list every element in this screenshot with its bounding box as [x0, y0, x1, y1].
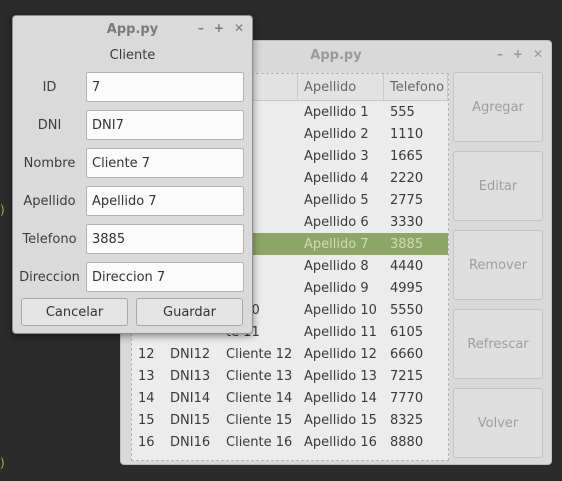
cell-telefono: 6105 — [390, 324, 424, 340]
cell-telefono: 4995 — [390, 280, 424, 296]
telefono-label: Telefono — [22, 231, 77, 247]
minimize-icon[interactable]: – — [198, 21, 204, 35]
list-item[interactable]: 14 DNI14 Cliente 14 Apellido 14 7770 — [132, 387, 448, 409]
direccion-label: Direccion — [19, 269, 80, 285]
nombre-label: Nombre — [23, 155, 76, 171]
cell-telefono: 4440 — [390, 258, 424, 274]
form-row-direccion: Direccion — [13, 258, 252, 296]
cell-apellido: Apellido 2 — [304, 126, 369, 142]
cell-telefono: 1110 — [390, 126, 424, 142]
cell-apellido: Apellido 6 — [304, 214, 369, 230]
volver-button[interactable]: Volver — [453, 388, 543, 458]
maximize-icon[interactable]: + — [214, 21, 224, 35]
form-row-telefono: Telefono — [13, 220, 252, 258]
cell-apellido: Apellido 4 — [304, 170, 369, 186]
cell-telefono: 6660 — [390, 346, 424, 362]
cell-id: 13 — [138, 368, 155, 384]
cell-apellido: Apellido 12 — [304, 346, 377, 362]
cell-apellido: Apellido 14 — [304, 390, 377, 406]
close-icon[interactable]: ✕ — [234, 21, 244, 35]
cell-apellido: Apellido 5 — [304, 192, 369, 208]
cell-dni: DNI14 — [170, 390, 211, 406]
cell-apellido: Apellido 13 — [304, 368, 377, 384]
dni-label: DNI — [37, 117, 62, 133]
list-item[interactable]: 13 DNI13 Cliente 13 Apellido 13 7215 — [132, 365, 448, 387]
cell-telefono: 2220 — [390, 170, 424, 186]
cell-apellido: Apellido 1 — [304, 104, 369, 120]
cell-telefono: 7770 — [390, 390, 424, 406]
cell-apellido: Apellido 3 — [304, 148, 369, 164]
editor-paren-mark: ) — [0, 456, 5, 470]
remover-button[interactable]: Remover — [453, 230, 543, 300]
cell-telefono: 555 — [390, 104, 415, 120]
direccion-field[interactable] — [86, 262, 244, 292]
cell-apellido: Apellido 7 — [304, 236, 369, 252]
cell-apellido: Apellido 9 — [304, 280, 369, 296]
cell-id: 12 — [138, 346, 155, 362]
cell-dni: DNI13 — [170, 368, 211, 384]
cell-id: 16 — [138, 434, 155, 450]
cell-telefono: 8880 — [390, 434, 424, 450]
cell-apellido: Apellido 11 — [304, 324, 377, 340]
cell-telefono: 1665 — [390, 148, 424, 164]
cell-dni: DNI16 — [170, 434, 211, 450]
nombre-field[interactable] — [86, 148, 244, 178]
cancelar-button[interactable]: Cancelar — [21, 298, 128, 326]
telefono-field[interactable] — [86, 224, 244, 254]
cell-telefono: 7215 — [390, 368, 424, 384]
apellido-label: Apellido — [23, 193, 76, 209]
dialog-buttons: Cancelar Guardar — [21, 298, 243, 326]
action-buttons: Agregar Editar Remover Refrescar Volver — [453, 72, 545, 467]
form-row-dni: DNI — [13, 106, 252, 144]
cell-apellido: Apellido 8 — [304, 258, 369, 274]
guardar-button[interactable]: Guardar — [136, 298, 243, 326]
cell-telefono: 3330 — [390, 214, 424, 230]
dialog-heading: Cliente — [109, 47, 156, 63]
dialog-titlebar: App.py – + ✕ — [13, 16, 252, 42]
close-icon[interactable]: ✕ — [533, 47, 543, 61]
apellido-field[interactable] — [86, 186, 244, 216]
cell-nombre: Cliente 14 — [226, 390, 293, 406]
form-row-id: ID — [13, 68, 252, 106]
form-row-apellido: Apellido — [13, 182, 252, 220]
column-header-apellido[interactable]: Apellido — [298, 74, 384, 100]
list-item[interactable]: 15 DNI15 Cliente 15 Apellido 15 8325 — [132, 409, 448, 431]
id-field[interactable] — [86, 72, 244, 102]
cell-id: 15 — [138, 412, 155, 428]
dni-field[interactable] — [86, 110, 244, 140]
cell-telefono: 5550 — [390, 302, 424, 318]
cell-nombre: Cliente 15 — [226, 412, 293, 428]
cell-apellido: Apellido 10 — [304, 302, 377, 318]
agregar-button[interactable]: Agregar — [453, 72, 543, 142]
editor-paren-mark: ) — [0, 203, 5, 217]
cell-dni: DNI15 — [170, 412, 211, 428]
cell-dni: DNI12 — [170, 346, 211, 362]
maximize-icon[interactable]: + — [513, 47, 523, 61]
minimize-icon[interactable]: – — [497, 47, 503, 61]
form-row-nombre: Nombre — [13, 144, 252, 182]
list-item[interactable]: 12 DNI12 Cliente 12 Apellido 12 6660 — [132, 343, 448, 365]
cell-nombre: Cliente 16 — [226, 434, 293, 450]
cell-apellido: Apellido 16 — [304, 434, 377, 450]
cell-apellido: Apellido 15 — [304, 412, 377, 428]
cliente-dialog: App.py – + ✕ Cliente ID DNI Nombre Apell… — [12, 15, 253, 334]
cell-nombre: Cliente 13 — [226, 368, 293, 384]
cell-nombre: Cliente 12 — [226, 346, 293, 362]
cell-telefono: 2775 — [390, 192, 424, 208]
editar-button[interactable]: Editar — [453, 151, 543, 221]
refrescar-button[interactable]: Refrescar — [453, 309, 543, 379]
column-header-telefono[interactable]: Telefono — [384, 74, 448, 100]
cell-telefono: 3885 — [390, 236, 424, 252]
cell-id: 14 — [138, 390, 155, 406]
cell-telefono: 8325 — [390, 412, 424, 428]
list-item[interactable]: 16 DNI16 Cliente 16 Apellido 16 8880 — [132, 431, 448, 453]
dialog-title: App.py — [106, 21, 159, 37]
main-window-title: App.py — [310, 47, 362, 63]
id-label: ID — [42, 79, 57, 95]
